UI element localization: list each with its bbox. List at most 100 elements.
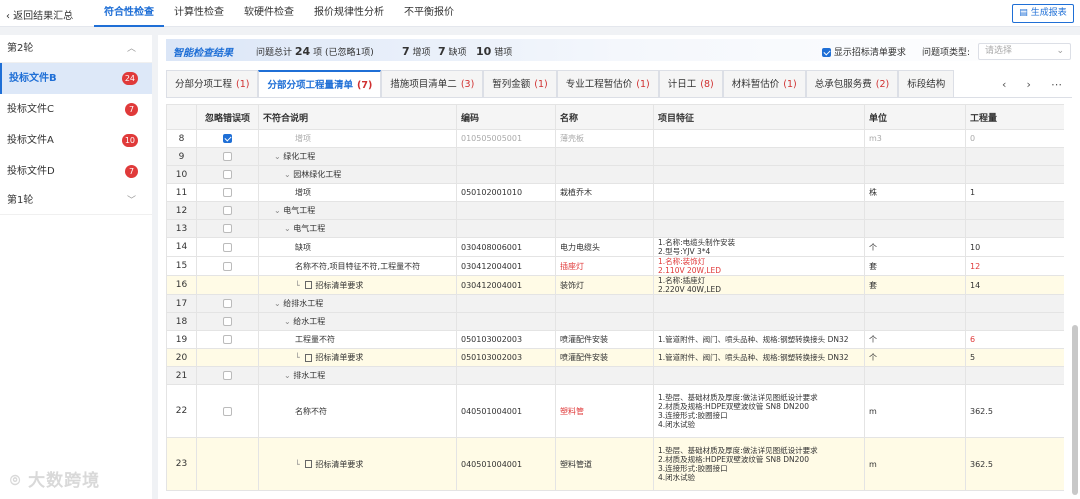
miss-count: 7 缺项 — [438, 45, 467, 58]
ignored-count: (已忽略1项) — [324, 48, 374, 58]
description-text: 名称不符 — [295, 406, 327, 416]
code-cell — [456, 201, 556, 220]
quantity-cell: 5 — [965, 348, 1064, 367]
round-2-group[interactable]: 第2轮 ︿ — [0, 35, 152, 63]
description-cell: └ 招标清单要求 — [258, 437, 457, 491]
category-tabs: 分部分项工程 (1) 分部分项工程量清单 (7) 措施项目清单二 (3) 暂列金额 (1) 专业… — [166, 70, 1072, 98]
top-tab-0[interactable]: 符合性检查 — [94, 0, 164, 27]
add-value: 7 — [402, 45, 410, 58]
name-cell — [555, 165, 654, 184]
tab-1[interactable]: 分部分项工程量清单 (7) — [258, 70, 382, 97]
ignore-checkbox[interactable] — [223, 317, 232, 326]
ignore-checkbox[interactable] — [223, 188, 232, 197]
column-header: 项目特征 — [653, 104, 865, 130]
chevron-down-icon[interactable]: ⌄ — [284, 371, 293, 380]
ignore-checkbox[interactable] — [223, 152, 232, 161]
tab-3[interactable]: 暂列金额 (1) — [483, 70, 557, 97]
err-label: 错项 — [494, 48, 513, 58]
description-cell: 名称不符,项目特征不符,工程量不符 — [258, 256, 457, 276]
report-icon: ▤ — [1019, 8, 1028, 18]
chevron-down-icon[interactable]: ⌄ — [274, 299, 283, 308]
quantity-cell — [965, 312, 1064, 331]
ignore-checkbox[interactable] — [223, 224, 232, 233]
ignore-cell — [196, 256, 259, 276]
ignore-cell — [196, 275, 259, 295]
generate-report-button[interactable]: ▤ 生成报表 — [1012, 4, 1074, 23]
quantity-cell: 6 — [965, 330, 1064, 349]
top-tab-4[interactable]: 不平衡报价 — [394, 0, 464, 27]
tab-next-icon[interactable]: › — [1027, 78, 1031, 91]
row-index: 19 — [166, 330, 197, 349]
code-cell — [456, 366, 556, 385]
feature-line: 4.闭水试验 — [658, 420, 696, 429]
show-list-toggle[interactable]: 显示招标清单要求 — [822, 45, 906, 58]
feature-cell — [653, 219, 865, 238]
table-row: 8 增项 010505005001 薄壳板 m3 0 — [166, 129, 1064, 148]
top-tab-3[interactable]: 报价规律性分析 — [304, 0, 394, 27]
tab-6[interactable]: 材料暂估价 (1) — [722, 70, 806, 97]
code-cell: 050103002003 — [456, 330, 556, 349]
ignore-cell — [196, 294, 259, 313]
round-1-group[interactable]: 第1轮 ﹀ — [0, 187, 152, 215]
quantity-cell: 362.5 — [965, 384, 1064, 438]
ignore-checkbox[interactable] — [223, 134, 232, 143]
tab-5[interactable]: 计日工 (8) — [658, 70, 723, 97]
sidebar-item-bid-file[interactable]: 投标文件A 10 — [0, 125, 152, 156]
vertical-scrollbar[interactable] — [1072, 325, 1078, 495]
feature-line: 2.型号:YJV 3*4 — [658, 247, 711, 256]
top-bar: ‹ 返回结果汇总 符合性检查 计算性检查 软硬件检查 报价规律性分析 不平衡报价 ▤ 生… — [0, 0, 1080, 27]
ignore-checkbox[interactable] — [223, 371, 232, 380]
tab-8[interactable]: 标段结构 — [898, 70, 955, 97]
table-row: 21 ⌄ 排水工程 — [166, 366, 1064, 385]
ignore-checkbox[interactable] — [223, 406, 232, 416]
table-row: 13 ⌄ 电气工程 — [166, 219, 1064, 238]
ignore-cell — [196, 348, 259, 367]
name-cell: 薄壳板 — [555, 129, 654, 148]
top-nav: 符合性检查 计算性检查 软硬件检查 报价规律性分析 不平衡报价 — [94, 0, 464, 27]
column-header: 编码 — [456, 104, 556, 130]
ignore-checkbox[interactable] — [223, 206, 232, 215]
chevron-down-icon[interactable]: ⌄ — [274, 152, 283, 161]
back-to-summary-link[interactable]: ‹ 返回结果汇总 — [6, 7, 73, 22]
column-header: 单位 — [864, 104, 966, 130]
table-row: 15 名称不符,项目特征不符,工程量不符 030412004001 插座灯 1.名称:装… — [166, 256, 1064, 276]
ignore-checkbox[interactable] — [223, 170, 232, 179]
name-cell — [555, 147, 654, 166]
ignore-checkbox[interactable] — [223, 299, 232, 308]
table-row: 10 ⌄ 园林绿化工程 — [166, 165, 1064, 184]
quantity-cell: 14 — [965, 275, 1064, 295]
sidebar-item-bid-file[interactable]: 投标文件D 7 — [0, 156, 152, 187]
chevron-down-icon[interactable]: ⌄ — [284, 317, 293, 326]
type-select[interactable]: 请选择 ⌄ — [978, 43, 1071, 60]
table-row: 22 名称不符 040501004001 塑料管 1.垫层、基础材质及厚度:做法详见图纸… — [166, 384, 1064, 438]
row-index: 17 — [166, 294, 197, 313]
tab-0[interactable]: 分部分项工程 (1) — [166, 70, 259, 97]
top-tab-1[interactable]: 计算性检查 — [164, 0, 234, 27]
document-icon — [305, 353, 313, 362]
chevron-down-icon[interactable]: ⌄ — [284, 170, 293, 179]
feature-line: 1.垫层、基础材质及厚度:做法详见图纸设计要求 — [658, 446, 818, 455]
quantity-cell — [965, 219, 1064, 238]
tab-prev-icon[interactable]: ‹ — [1002, 78, 1006, 91]
top-tab-2[interactable]: 软硬件检查 — [234, 0, 304, 27]
show-list-checkbox[interactable] — [822, 48, 831, 57]
tab-more-icon[interactable]: ⋯ — [1051, 78, 1062, 91]
chevron-down-icon[interactable]: ⌄ — [284, 224, 293, 233]
table-row: 17 ⌄ 给排水工程 — [166, 294, 1064, 313]
total-count: 问题总计 24 项 (已忽略1项) — [256, 45, 374, 58]
tab-2[interactable]: 措施项目清单二 (3) — [381, 70, 484, 97]
description-cell: 增项 — [258, 129, 457, 148]
tab-4[interactable]: 专业工程暂估价 (1) — [556, 70, 659, 97]
name-cell — [555, 201, 654, 220]
chevron-down-icon[interactable]: ⌄ — [274, 206, 283, 215]
ignore-checkbox[interactable] — [223, 242, 232, 252]
description-cell: ⌄ 电气工程 — [258, 201, 457, 220]
description-text: 缺项 — [295, 242, 311, 252]
sidebar-item-bid-file[interactable]: 投标文件C 7 — [0, 94, 152, 125]
sidebar-item-bid-file[interactable]: 投标文件B 24 — [0, 63, 152, 94]
ignore-checkbox[interactable] — [223, 335, 232, 344]
unit-cell — [864, 219, 966, 238]
name-cell: 塑料管道 — [555, 437, 654, 491]
ignore-checkbox[interactable] — [223, 261, 232, 271]
tab-7[interactable]: 总承包服务费 (2) — [805, 70, 899, 97]
